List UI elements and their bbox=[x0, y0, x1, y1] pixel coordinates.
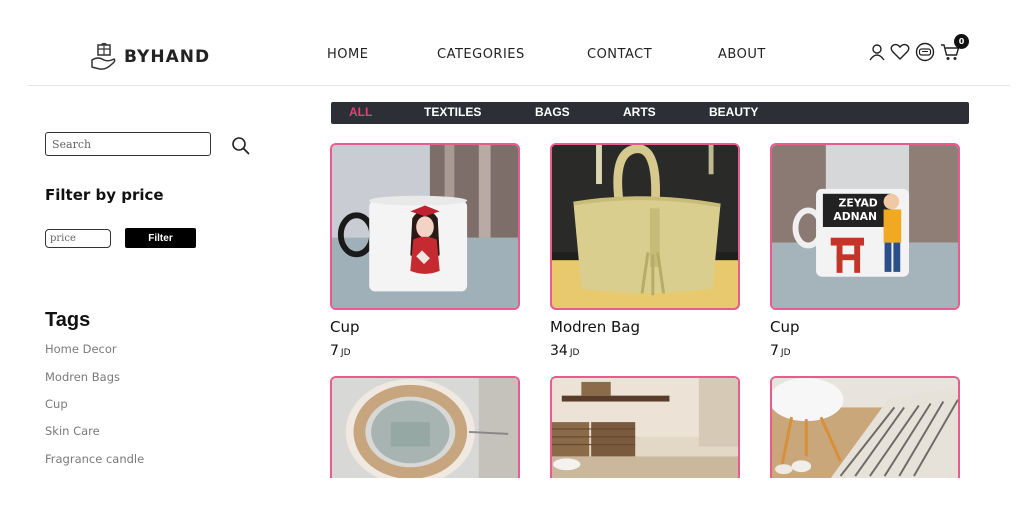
mirror-photo bbox=[332, 378, 518, 478]
price-value: 7 bbox=[330, 343, 339, 359]
filter-button[interactable]: Filter bbox=[125, 228, 196, 248]
tags-heading: Tags bbox=[45, 309, 91, 331]
category-bar: ALL TEXTILES BAGS ARTS BEAUTY bbox=[331, 102, 969, 124]
price-currency: JD bbox=[340, 348, 351, 358]
price-currency: JD bbox=[780, 348, 791, 358]
product-name[interactable]: Modren Bag bbox=[550, 318, 640, 336]
category-bags[interactable]: BAGS bbox=[535, 105, 570, 119]
tag-modren-bags[interactable]: Modren Bags bbox=[45, 370, 120, 384]
category-beauty[interactable]: BEAUTY bbox=[709, 105, 758, 119]
search-icon[interactable] bbox=[231, 136, 251, 156]
nav-home[interactable]: HOME bbox=[327, 47, 368, 62]
mug-sign-line2: ADNAN bbox=[833, 210, 877, 223]
baskets-photo bbox=[552, 378, 738, 478]
price-currency: JD bbox=[569, 348, 580, 358]
product-image[interactable] bbox=[550, 143, 740, 310]
tag-home-decor[interactable]: Home Decor bbox=[45, 342, 117, 356]
product-price: 7 JD bbox=[770, 343, 791, 359]
tag-cup[interactable]: Cup bbox=[45, 397, 68, 411]
product-image[interactable] bbox=[330, 143, 520, 310]
site-header: BYHAND HOME CATEGORIES CONTACT ABOUT 0 bbox=[0, 0, 1031, 86]
filter-by-price-heading: Filter by price bbox=[45, 186, 164, 204]
category-arts[interactable]: ARTS bbox=[623, 105, 656, 119]
product-image[interactable] bbox=[550, 376, 740, 478]
user-icon[interactable] bbox=[868, 43, 886, 61]
price-value: 7 bbox=[770, 343, 779, 359]
nav-categories[interactable]: CATEGORIES bbox=[437, 47, 525, 62]
cart-button[interactable]: 0 bbox=[940, 34, 969, 62]
badge-icon[interactable] bbox=[914, 42, 936, 62]
heart-icon[interactable] bbox=[890, 43, 910, 61]
figurine-mug-photo: ZEYAD ADNAN bbox=[772, 145, 958, 308]
product-name[interactable]: Cup bbox=[770, 318, 800, 336]
brand-logo[interactable]: BYHAND bbox=[90, 42, 210, 72]
cart-count-badge: 0 bbox=[954, 34, 969, 49]
rug-chair-photo bbox=[772, 378, 958, 478]
header-divider bbox=[28, 85, 1010, 86]
nav-about[interactable]: ABOUT bbox=[718, 47, 766, 62]
tag-skin-care[interactable]: Skin Care bbox=[45, 424, 100, 438]
bag-photo bbox=[552, 145, 738, 308]
brand-name: BYHAND bbox=[124, 47, 211, 67]
price-input[interactable] bbox=[45, 229, 111, 248]
header-icons: 0 bbox=[868, 34, 969, 62]
mug-photo bbox=[332, 145, 518, 308]
product-image[interactable] bbox=[330, 376, 520, 478]
hand-gift-logo-icon bbox=[91, 42, 116, 70]
category-textiles[interactable]: TEXTILES bbox=[424, 105, 481, 119]
category-all[interactable]: ALL bbox=[349, 105, 372, 119]
tag-fragrance-candle[interactable]: Fragrance candle bbox=[45, 452, 144, 466]
search-input[interactable] bbox=[45, 132, 211, 156]
mug-sign-line1: ZEYAD bbox=[839, 197, 878, 210]
product-image[interactable]: ZEYAD ADNAN bbox=[770, 143, 960, 310]
product-price: 34 JD bbox=[550, 343, 579, 359]
product-name[interactable]: Cup bbox=[330, 318, 360, 336]
product-image[interactable] bbox=[770, 376, 960, 478]
nav-contact[interactable]: CONTACT bbox=[587, 47, 652, 62]
price-value: 34 bbox=[550, 343, 568, 359]
product-price: 7 JD bbox=[330, 343, 351, 359]
